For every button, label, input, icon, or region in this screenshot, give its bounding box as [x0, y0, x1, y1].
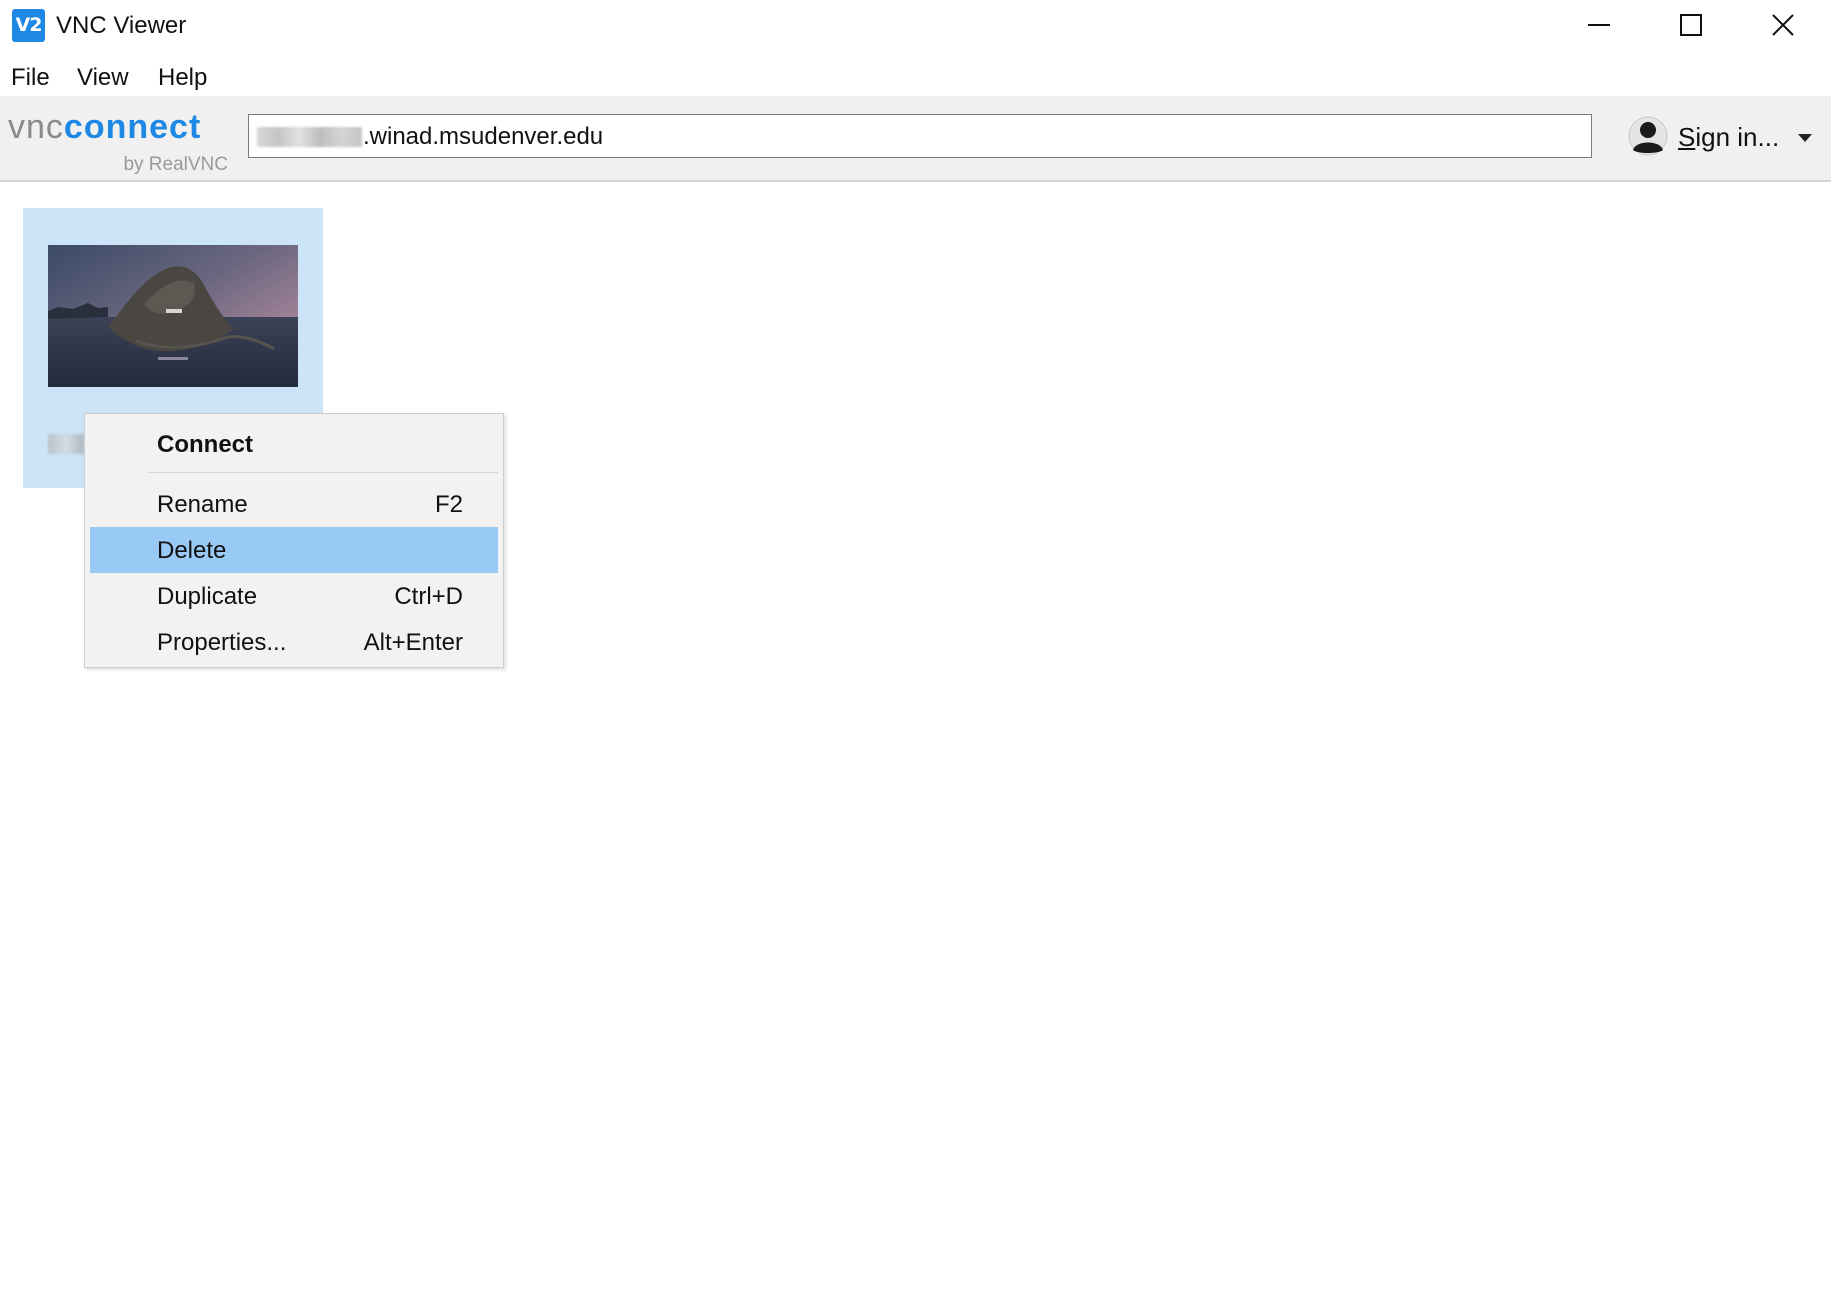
menu-view[interactable]: View: [75, 64, 131, 92]
menu-file[interactable]: File: [9, 64, 52, 92]
maximize-button[interactable]: [1646, 0, 1738, 52]
menu-separator: [148, 472, 498, 473]
menu-item-connect[interactable]: Connect: [90, 421, 498, 467]
menu-help[interactable]: Help: [156, 64, 209, 92]
redacted-connection-name: [48, 434, 84, 454]
context-menu: Connect Rename F2 Delete Duplicate Ctrl+…: [84, 413, 504, 668]
minimize-button[interactable]: [1554, 0, 1646, 52]
close-button[interactable]: [1738, 0, 1830, 52]
chevron-down-icon[interactable]: [1796, 132, 1814, 144]
desktop-preview-image: [48, 245, 298, 387]
minimize-icon: [1588, 24, 1610, 26]
maximize-icon: [1680, 14, 1702, 36]
close-icon: [1772, 14, 1794, 36]
redacted-hostname: [257, 127, 362, 147]
vnc-viewer-app-icon: V2: [12, 9, 45, 42]
sign-in-label: Sign in...: [1678, 122, 1780, 152]
window-title: VNC Viewer: [56, 12, 187, 39]
logo-byline: by RealVNC: [123, 154, 228, 175]
logo-wordmark: vncconnect: [8, 108, 202, 146]
menu-item-rename[interactable]: Rename F2: [90, 481, 498, 527]
sign-in-button[interactable]: Sign in...: [1628, 114, 1828, 160]
user-avatar-icon: [1628, 116, 1668, 156]
menu-item-delete[interactable]: Delete: [90, 527, 498, 573]
address-value: .winad.msudenver.edu: [363, 123, 604, 150]
menu-bar: File View Help: [0, 60, 1831, 96]
title-bar: V2 VNC Viewer: [0, 0, 1831, 52]
vnc-connect-logo: vncconnect by RealVNC: [8, 108, 228, 175]
menu-item-duplicate[interactable]: Duplicate Ctrl+D: [90, 573, 498, 619]
toolbar: vncconnect by RealVNC .winad.msudenver.e…: [0, 96, 1831, 182]
address-input[interactable]: .winad.msudenver.edu: [248, 114, 1592, 158]
menu-item-properties[interactable]: Properties... Alt+Enter: [90, 619, 498, 665]
